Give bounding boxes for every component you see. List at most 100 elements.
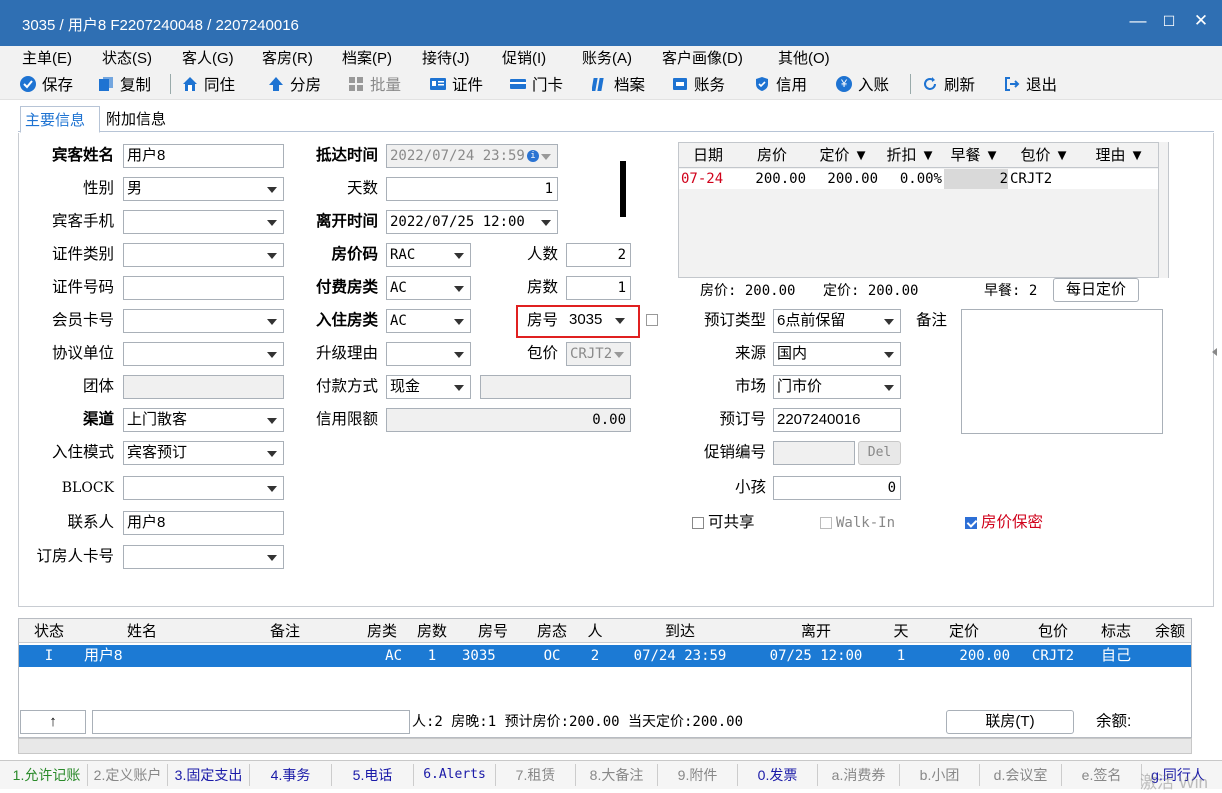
- refresh-button[interactable]: 刷新: [922, 74, 975, 94]
- fkey-fixed-charge[interactable]: 3.固定支出: [168, 764, 250, 786]
- rate-col-rate[interactable]: 房价: [736, 144, 808, 168]
- credit-button[interactable]: 信用: [754, 74, 807, 94]
- fkey-invoice[interactable]: 0.发票: [738, 764, 818, 786]
- market-select[interactable]: 门市价: [773, 375, 901, 399]
- col-room-count[interactable]: 房数: [412, 621, 452, 643]
- maximize-button[interactable]: ☐: [1159, 11, 1179, 31]
- rate-col-package[interactable]: 包价 ▼: [1008, 144, 1082, 168]
- col-room-type[interactable]: 房类: [364, 621, 400, 643]
- room-grid-hscrollbar[interactable]: [18, 738, 1192, 754]
- rate-col-price[interactable]: 定价 ▼: [808, 144, 880, 168]
- id-type-select[interactable]: [123, 243, 284, 267]
- col-room-state[interactable]: 房态: [532, 621, 572, 643]
- col-flag[interactable]: 标志: [1096, 621, 1136, 643]
- member-card-select[interactable]: [123, 309, 284, 333]
- menu-other[interactable]: 其他(O): [778, 47, 830, 68]
- save-button[interactable]: 保存: [20, 74, 73, 94]
- menu-status[interactable]: 状态(S): [102, 47, 152, 68]
- booking-type-select[interactable]: 6点前保留: [773, 309, 901, 333]
- menu-customer-profile[interactable]: 客户画像(D): [662, 47, 743, 68]
- room-lock-checkbox[interactable]: [646, 314, 658, 326]
- fkey-affairs[interactable]: 4.事务: [250, 764, 332, 786]
- col-arrive[interactable]: 到达: [620, 621, 740, 643]
- id-number-field[interactable]: [123, 276, 284, 300]
- walkin-checkbox[interactable]: Walk-In: [820, 512, 895, 534]
- copy-button[interactable]: 复制: [98, 74, 151, 94]
- contact-field[interactable]: 用户8: [123, 511, 284, 535]
- room-number-select[interactable]: 3035: [566, 309, 631, 333]
- fkey-attachments[interactable]: 9.附件: [658, 764, 738, 786]
- fkey-rental[interactable]: 7.租赁: [496, 764, 576, 786]
- exit-button[interactable]: 退出: [1004, 74, 1057, 94]
- door-card-button[interactable]: 门卡: [510, 74, 563, 94]
- menu-promotion[interactable]: 促销(I): [502, 47, 546, 68]
- account-button[interactable]: 账务: [672, 74, 725, 94]
- menu-accounts[interactable]: 账务(A): [582, 47, 632, 68]
- tab-extra-info[interactable]: 附加信息: [106, 108, 166, 129]
- daily-rate-button[interactable]: 每日定价: [1053, 278, 1139, 302]
- room-grid-filter-field[interactable]: [92, 710, 410, 734]
- rate-grid-scrollbar[interactable]: [1159, 142, 1169, 278]
- col-status[interactable]: 状态: [20, 621, 78, 643]
- rate-secret-checkbox[interactable]: 房价保密: [965, 512, 1043, 534]
- children-field[interactable]: 0: [773, 476, 901, 500]
- batch-button[interactable]: 批量: [348, 74, 401, 94]
- fkey-signature[interactable]: e.签名: [1062, 764, 1142, 786]
- move-up-button[interactable]: ↑: [20, 710, 86, 734]
- channel-select[interactable]: 上门散客: [123, 408, 284, 432]
- persons-field[interactable]: 2: [566, 243, 631, 267]
- shareable-checkbox[interactable]: 可共享: [692, 512, 755, 534]
- post-charge-button[interactable]: ¥ 入账: [836, 74, 889, 94]
- rooms-field[interactable]: 1: [566, 276, 631, 300]
- promo-delete-button[interactable]: Del: [858, 441, 901, 465]
- agreement-unit-select[interactable]: [123, 342, 284, 366]
- tab-main-info[interactable]: 主要信息: [20, 106, 100, 133]
- col-room-number[interactable]: 房号: [462, 621, 524, 643]
- menu-room[interactable]: 客房(R): [262, 47, 313, 68]
- rate-col-reason[interactable]: 理由 ▼: [1082, 144, 1158, 168]
- fkey-meeting-room[interactable]: d.会议室: [980, 764, 1062, 786]
- col-name[interactable]: 姓名: [80, 621, 204, 643]
- share-room-button[interactable]: 同住: [182, 74, 235, 94]
- col-balance[interactable]: 余额: [1150, 621, 1190, 643]
- close-button[interactable]: ✕: [1191, 11, 1211, 31]
- booker-card-select[interactable]: [123, 545, 284, 569]
- split-room-button[interactable]: 分房: [268, 74, 321, 94]
- col-note[interactable]: 备注: [206, 621, 364, 643]
- fkey-small-group[interactable]: b.小团: [900, 764, 980, 786]
- source-select[interactable]: 国内: [773, 342, 901, 366]
- fkey-alerts[interactable]: 6.Alerts: [414, 764, 496, 786]
- col-persons[interactable]: 人: [582, 621, 608, 643]
- fkey-allow-charge[interactable]: 1.允许记账: [6, 764, 88, 786]
- rate-code-select[interactable]: RAC: [386, 243, 471, 267]
- menu-guest[interactable]: 客人(G): [182, 47, 234, 68]
- remark-textarea[interactable]: [961, 309, 1163, 434]
- phone-select[interactable]: [123, 210, 284, 234]
- fkey-big-remark[interactable]: 8.大备注: [576, 764, 658, 786]
- upgrade-reason-select[interactable]: [386, 342, 471, 366]
- guest-name-field[interactable]: 用户8: [123, 144, 284, 168]
- fkey-phone[interactable]: 5.电话: [332, 764, 414, 786]
- booking-number-field[interactable]: 2207240016: [773, 408, 901, 432]
- gender-select[interactable]: 男: [123, 177, 284, 201]
- menu-archive[interactable]: 档案(P): [342, 47, 392, 68]
- fkey-define-account[interactable]: 2.定义账户: [88, 764, 168, 786]
- paid-room-type-select[interactable]: AC: [386, 276, 471, 300]
- departure-select[interactable]: 2022/07/25 12:00: [386, 210, 558, 234]
- payment-select[interactable]: 现金: [386, 375, 471, 399]
- minimize-button[interactable]: —: [1128, 11, 1148, 31]
- rate-col-discount[interactable]: 折扣 ▼: [880, 144, 942, 168]
- certificate-button[interactable]: 证件: [430, 74, 483, 94]
- fkey-voucher[interactable]: a.消费券: [818, 764, 900, 786]
- archive-button[interactable]: 档案: [591, 74, 645, 94]
- room-type-select[interactable]: AC: [386, 309, 471, 333]
- rate-col-date[interactable]: 日期: [680, 144, 736, 168]
- col-package[interactable]: 包价: [1016, 621, 1090, 643]
- days-field[interactable]: 1: [386, 177, 558, 201]
- menu-main[interactable]: 主单(E): [22, 47, 72, 68]
- checkin-mode-select[interactable]: 宾客预订: [123, 441, 284, 465]
- block-select[interactable]: [123, 476, 284, 500]
- menu-reception[interactable]: 接待(J): [422, 47, 470, 68]
- link-rooms-button[interactable]: 联房(T): [946, 710, 1074, 734]
- rate-row-price[interactable]: 200.00: [808, 169, 878, 189]
